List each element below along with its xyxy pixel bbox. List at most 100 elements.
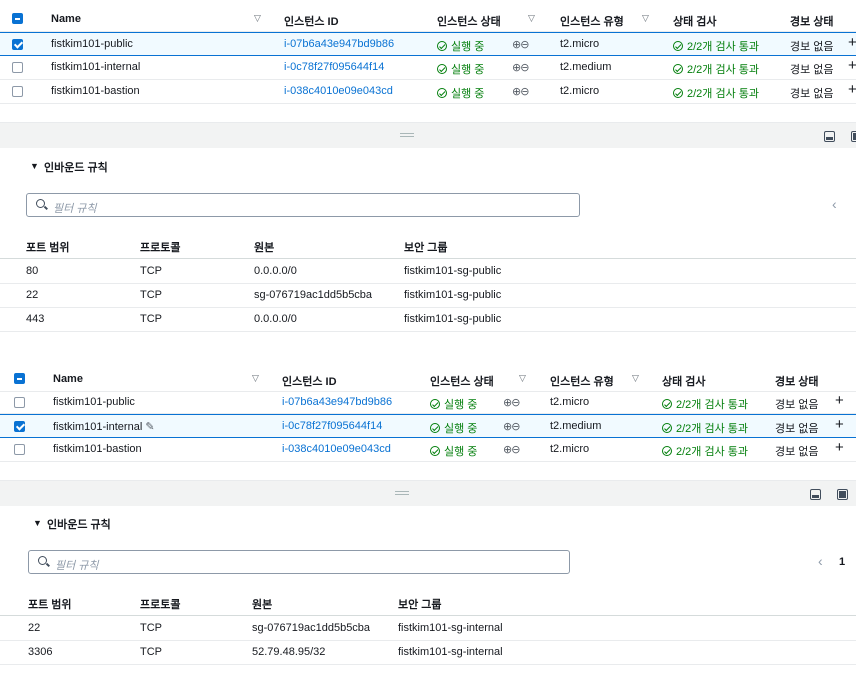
instance-name: fistkim101-internal ✎ xyxy=(53,420,155,433)
page-number[interactable]: 1 xyxy=(839,556,845,568)
instance-state: 실행 중 xyxy=(430,443,477,459)
col-name[interactable]: Name xyxy=(53,373,83,385)
drag-handle-icon[interactable] xyxy=(400,133,414,137)
instance-name: fistkim101-public xyxy=(51,38,133,50)
instance-row[interactable]: fistkim101-bastion i-038c4010e09e043cd 실… xyxy=(0,80,856,104)
plus-icon[interactable]: + xyxy=(848,57,856,74)
panel-bottom-icon[interactable] xyxy=(824,131,835,142)
chevron-left-icon[interactable]: ‹ xyxy=(818,553,823,569)
status-check-label: 2/2개 검사 통과 xyxy=(687,88,760,100)
col-protocol: 프로토콜 xyxy=(140,242,181,254)
zoom-icon[interactable]: ⊕⊖ xyxy=(503,420,520,433)
col-protocol: 프로토콜 xyxy=(140,599,181,611)
instance-row[interactable]: fistkim101-bastion i-038c4010e09e043cd 실… xyxy=(0,438,856,462)
instance-name: fistkim101-public xyxy=(53,396,135,408)
caret-down-icon[interactable]: ▼ xyxy=(33,518,42,528)
rules-table-header: 포트 범위 프로토콜 원본 보안 그룹 xyxy=(0,590,856,616)
sort-icon[interactable]: ▽ xyxy=(252,373,259,384)
col-name[interactable]: Name xyxy=(51,13,81,25)
sort-icon[interactable]: ▽ xyxy=(642,13,649,24)
zoom-icon[interactable]: ⊕⊖ xyxy=(512,85,529,98)
instance-row[interactable]: fistkim101-public i-07b6a43e947bd9b86 실행… xyxy=(0,392,856,414)
instance-id-link[interactable]: i-07b6a43e947bd9b86 xyxy=(282,396,392,408)
row-checkbox[interactable] xyxy=(14,444,25,455)
select-all-checkbox[interactable] xyxy=(12,13,23,24)
col-alarm-state[interactable]: 경보 상태 xyxy=(790,13,834,29)
status-check: 2/2개 검사 통과 xyxy=(662,443,748,459)
search-placeholder: 필터 규칙 xyxy=(55,560,99,572)
instance-state-label: 실행 중 xyxy=(444,399,478,411)
instance-row[interactable]: fistkim101-internal i-0c78f27f095644f14 … xyxy=(0,56,856,80)
instance-id-link[interactable]: i-0c78f27f095644f14 xyxy=(282,420,382,432)
rule-row: 3306 TCP 52.79.48.95/32 fistkim101-sg-in… xyxy=(0,641,856,665)
chevron-left-icon[interactable]: ‹ xyxy=(832,196,837,212)
rule-source: 0.0.0.0/0 xyxy=(254,265,297,277)
edit-icon[interactable]: ✎ xyxy=(145,421,154,433)
sort-icon[interactable]: ▽ xyxy=(632,373,639,384)
instance-id-link[interactable]: i-07b6a43e947bd9b86 xyxy=(284,38,394,50)
col-instance-state[interactable]: 인스턴스 상태 xyxy=(437,13,501,29)
plus-icon[interactable]: + xyxy=(835,392,844,409)
plus-icon[interactable]: + xyxy=(848,34,856,51)
col-instance-type[interactable]: 인스턴스 유형 xyxy=(550,373,614,389)
plus-icon[interactable]: + xyxy=(835,416,844,433)
col-instance-id[interactable]: 인스턴스 ID xyxy=(284,13,339,29)
col-instance-state[interactable]: 인스턴스 상태 xyxy=(430,373,494,389)
zoom-icon[interactable]: ⊕⊖ xyxy=(512,38,529,51)
sort-icon[interactable]: ▽ xyxy=(519,373,526,384)
alarm-status: 경보 없음 xyxy=(790,41,834,53)
col-status-check[interactable]: 상태 검사 xyxy=(662,373,706,389)
alarm-status: 경보 없음 xyxy=(775,399,819,411)
rule-search-input[interactable]: 필터 규칙 xyxy=(28,550,570,574)
sort-icon[interactable]: ▽ xyxy=(528,13,535,24)
panel-full-icon[interactable] xyxy=(837,489,848,500)
col-status-check[interactable]: 상태 검사 xyxy=(673,13,717,29)
zoom-icon[interactable]: ⊕⊖ xyxy=(512,61,529,74)
row-checkbox[interactable] xyxy=(12,86,23,97)
rule-protocol: TCP xyxy=(140,289,162,301)
instance-row[interactable]: fistkim101-public i-07b6a43e947bd9b86 실행… xyxy=(0,32,856,56)
row-checkbox[interactable] xyxy=(12,39,23,50)
status-check: 2/2개 검사 통과 xyxy=(673,61,759,77)
row-checkbox[interactable] xyxy=(14,421,25,432)
col-alarm-state[interactable]: 경보 상태 xyxy=(775,373,819,389)
instance-row[interactable]: fistkim101-internal ✎ i-0c78f27f095644f1… xyxy=(0,414,856,438)
status-check: 2/2개 검사 통과 xyxy=(662,396,748,412)
instance-type: t2.medium xyxy=(560,61,612,73)
instance-state-label: 실행 중 xyxy=(451,41,485,53)
col-instance-id[interactable]: 인스턴스 ID xyxy=(282,373,337,389)
rule-search-input[interactable]: 필터 규칙 xyxy=(26,193,580,217)
instance-id-link[interactable]: i-038c4010e09e043cd xyxy=(282,443,391,455)
row-checkbox[interactable] xyxy=(12,62,23,73)
instance-table-header: Name ▽ 인스턴스 ID 인스턴스 상태 ▽ 인스턴스 유형 ▽ 상태 검사… xyxy=(0,6,856,32)
instance-state-label: 실행 중 xyxy=(444,446,478,458)
instance-type: t2.medium xyxy=(550,420,602,432)
status-ok-icon xyxy=(662,446,672,456)
col-instance-type[interactable]: 인스턴스 유형 xyxy=(560,13,624,29)
instance-id-link[interactable]: i-0c78f27f095644f14 xyxy=(284,61,384,73)
row-checkbox[interactable] xyxy=(14,397,25,408)
panel-bottom-icon[interactable] xyxy=(810,489,821,500)
zoom-icon[interactable]: ⊕⊖ xyxy=(503,396,520,409)
plus-icon[interactable]: + xyxy=(848,81,856,98)
zoom-icon[interactable]: ⊕⊖ xyxy=(503,443,520,456)
rule-protocol: TCP xyxy=(140,646,162,658)
instance-id-link[interactable]: i-038c4010e09e043cd xyxy=(284,85,393,97)
select-all-checkbox[interactable] xyxy=(14,373,25,384)
sort-icon[interactable]: ▽ xyxy=(254,13,261,24)
instance-type: t2.micro xyxy=(560,85,600,97)
col-source: 원본 xyxy=(252,599,273,611)
panel-full-icon[interactable] xyxy=(851,131,856,142)
rule-protocol: TCP xyxy=(140,265,162,277)
drag-handle-icon[interactable] xyxy=(395,491,409,495)
rules-table-header: 포트 범위 프로토콜 원본 보안 그룹 xyxy=(0,233,856,259)
col-security-group: 보안 그룹 xyxy=(404,242,448,254)
status-ok-icon xyxy=(673,64,683,74)
rule-port: 22 xyxy=(26,289,39,301)
search-icon xyxy=(38,556,47,565)
split-panel-header xyxy=(0,122,856,148)
instance-type: t2.micro xyxy=(550,396,590,408)
status-ok-icon xyxy=(437,88,447,98)
plus-icon[interactable]: + xyxy=(835,439,844,456)
caret-down-icon[interactable]: ▼ xyxy=(30,161,39,171)
